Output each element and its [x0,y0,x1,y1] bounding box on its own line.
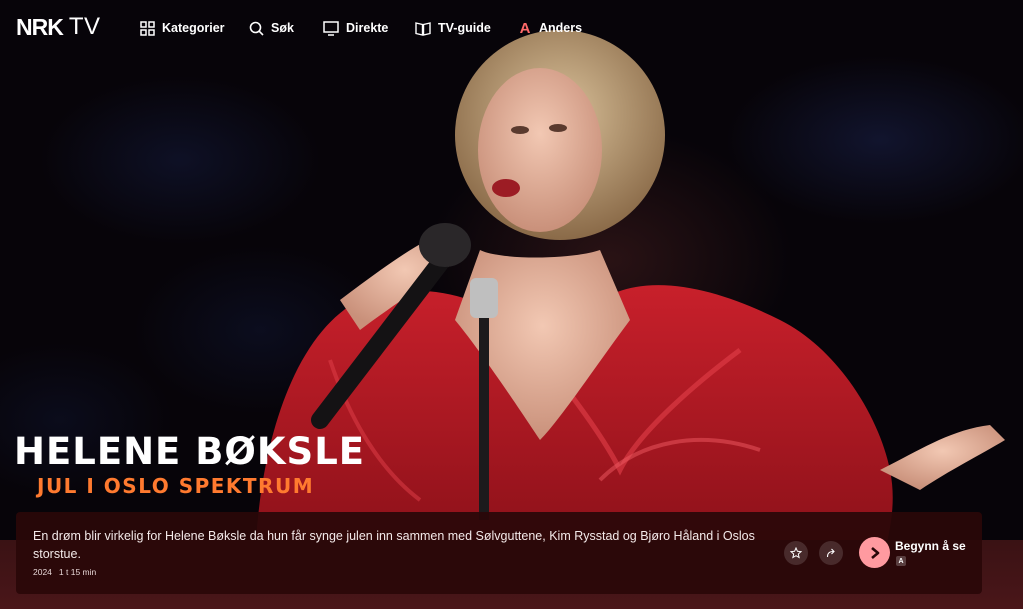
play-label[interactable]: Begynn å se [895,539,966,553]
program-duration: 1 t 15 min [58,567,97,577]
nav-item-label: Direkte [346,21,389,35]
program-info-panel: En drøm blir virkelig for Helene Bøksle … [16,512,982,594]
nav-item-profile[interactable]: A Anders [518,17,583,39]
star-icon [790,547,802,559]
show-title: HELENE BØKSLE [14,430,366,473]
nav-item-label: Anders [539,21,583,35]
top-navigation: NRK TV Kategorier Søk Direkte TV-guide A… [0,0,1023,54]
tv-logo-text: TV [68,13,101,40]
nrk-logo-mark: NRK [16,14,64,40]
grid-icon [140,20,155,36]
show-subtitle: JUL I OSLO SPEKTRUM [37,474,315,498]
nav-item-label: Søk [271,21,294,35]
nav-item-tv-guide[interactable]: TV-guide [415,17,491,39]
favorite-button[interactable] [784,541,808,565]
program-year: 2024 [33,567,52,577]
nav-item-direkte[interactable]: Direkte [323,17,388,39]
play-button[interactable] [859,537,890,568]
nav-item-sok[interactable]: Søk [249,17,294,39]
share-button[interactable] [819,541,843,565]
nav-item-label: TV-guide [438,21,491,35]
profile-icon: A [519,19,531,37]
program-meta: 2024 1 t 15 min [33,567,96,577]
nav-item-label: Kategorier [162,21,225,35]
program-description: En drøm blir virkelig for Helene Bøksle … [33,529,755,561]
nav-item-kategorier[interactable]: Kategorier [140,17,225,39]
profile-badge: A [896,556,906,566]
share-icon [826,548,835,558]
tv-screen-icon [323,20,339,36]
book-icon [415,21,431,36]
nrk-tv-logo[interactable]: NRK TV [16,13,101,41]
search-icon [249,21,264,36]
play-icon [870,546,879,559]
